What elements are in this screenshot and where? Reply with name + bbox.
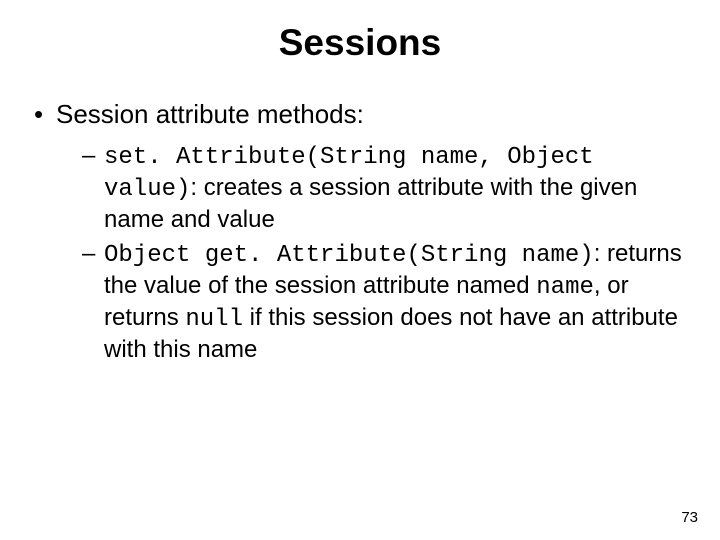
bullet-level-1-text: Session attribute methods: [56,98,364,131]
bullet-item-2-body: Object get. Attribute(String name): retu… [104,239,686,365]
bullet-dash-icon: – [82,141,104,235]
bullet-dash-icon: – [82,239,104,365]
slide: Sessions • Session attribute methods: – … [0,0,720,540]
code-set-attribute-line1: set. Attribute(String name, Object [104,144,594,171]
bullet-level-2-item: – set. Attribute(String name, Object val… [82,141,686,235]
bullet-level-2-item: – Object get. Attribute(String name): re… [82,239,686,365]
page-number: 73 [681,509,698,526]
code-name-param: name [536,274,594,301]
bullet-item-1-body: set. Attribute(String name, Object value… [104,141,686,235]
code-set-attribute-line2: value) [104,176,190,203]
slide-title: Sessions [34,22,686,64]
bullet-dot-icon: • [34,98,56,131]
code-null: null [185,306,243,333]
bullet-level-1: • Session attribute methods: [34,98,686,131]
code-get-attribute: Object get. Attribute(String name) [104,242,594,269]
